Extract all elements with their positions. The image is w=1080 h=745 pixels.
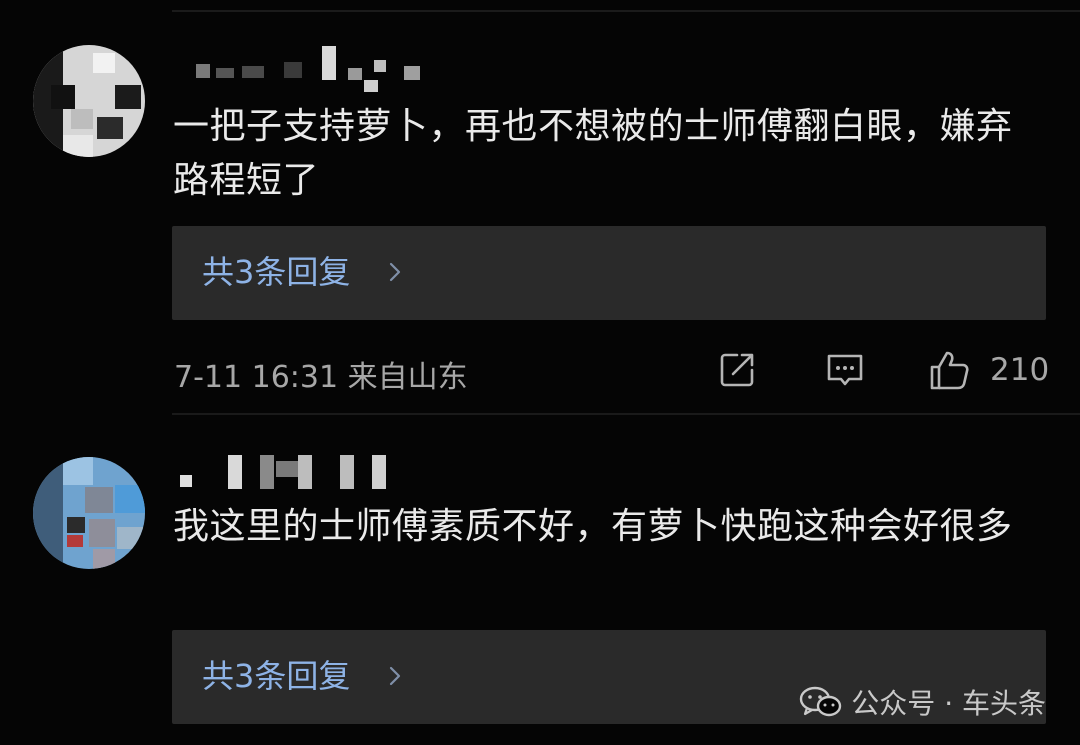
thumbs-up-icon[interactable] [928,348,972,392]
chevron-right-icon [389,262,401,282]
top-divider [172,10,1080,12]
replies-count-label: 共3条回复 [202,253,351,291]
username-censored[interactable] [180,455,448,489]
chevron-right-icon [389,666,401,686]
wechat-icon [800,686,842,717]
share-icon[interactable] [717,350,757,390]
comment-meta-row: 7-11 16:31 来自山东 210 [174,348,1050,395]
view-replies-button[interactable]: 共3条回复 [172,226,1046,320]
comment-reply-icon[interactable] [825,350,865,390]
watermark: 公众号 · 车头条 [799,682,1046,722]
avatar[interactable] [33,45,145,157]
like-count: 210 [990,352,1050,388]
watermark-text: 公众号 · 车头条 [851,687,1046,720]
avatar[interactable] [33,457,145,569]
username-censored[interactable] [188,46,448,92]
replies-count-label: 共3条回复 [202,657,351,695]
comment-divider [172,413,1080,415]
comment-text: 我这里的士师傅素质不好，有萝卜快跑这种会好很多 [173,506,1013,547]
comment-text: 一把子支持萝卜，再也不想被的士师傅翻白眼，嫌弃路程短了 [173,106,1013,201]
timestamp-location: 7-11 16:31 来自山东 [174,360,468,395]
